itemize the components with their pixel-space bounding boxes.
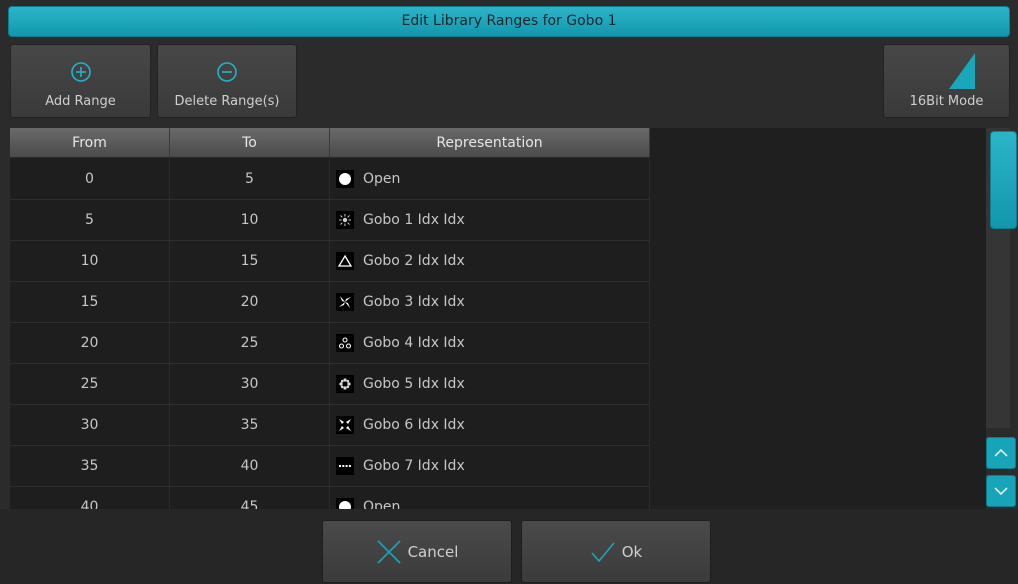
minus-circle-icon: [217, 62, 237, 82]
representation-label: Gobo 4 Idx Idx: [363, 335, 465, 351]
delete-range-button[interactable]: Delete Range(s): [157, 44, 297, 118]
open-dot-icon: [336, 170, 354, 188]
cell-representation[interactable]: Open: [330, 487, 650, 509]
open-dot-icon: [336, 498, 354, 509]
gobo-triangle-icon: [336, 252, 354, 270]
table-body: 0 5 Open 5 10 Gobo 1 Idx Idx 10 15 Gobo 2 Idx Id…: [10, 159, 650, 509]
ok-label: Ok: [621, 542, 643, 561]
chevron-up-icon: [994, 448, 1008, 457]
scroll-up-button[interactable]: [986, 437, 1016, 469]
chevron-down-icon: [994, 487, 1008, 496]
cell-to[interactable]: 30: [170, 364, 330, 404]
representation-label: Gobo 1 Idx Idx: [363, 212, 465, 228]
ranges-table: From To Representation 0 5 Open 5 10 Gobo 1 I…: [10, 128, 986, 509]
table-row[interactable]: 0 5 Open: [10, 159, 650, 200]
cell-from[interactable]: 10: [10, 241, 170, 281]
ok-button[interactable]: Ok: [521, 520, 711, 583]
scrollbar-thumb[interactable]: [990, 131, 1017, 229]
column-header-to[interactable]: To: [170, 128, 330, 157]
cell-representation[interactable]: Gobo 7 Idx Idx: [330, 446, 650, 486]
representation-label: Open: [363, 171, 401, 187]
cell-from[interactable]: 35: [10, 446, 170, 486]
close-icon: [377, 539, 401, 564]
cell-representation[interactable]: Gobo 5 Idx Idx: [330, 364, 650, 404]
cell-to[interactable]: 15: [170, 241, 330, 281]
delete-range-label: Delete Range(s): [174, 94, 280, 109]
cell-representation[interactable]: Gobo 2 Idx Idx: [330, 241, 650, 281]
representation-label: Gobo 3 Idx Idx: [363, 294, 465, 310]
table-row[interactable]: 35 40 Gobo 7 Idx Idx: [10, 446, 650, 487]
representation-label: Gobo 5 Idx Idx: [363, 376, 465, 392]
cell-to[interactable]: 20: [170, 282, 330, 322]
table-row[interactable]: 5 10 Gobo 1 Idx Idx: [10, 200, 650, 241]
table-header: From To Representation: [10, 128, 650, 158]
cell-representation[interactable]: Gobo 3 Idx Idx: [330, 282, 650, 322]
gobo-sun-icon: [336, 211, 354, 229]
cell-from[interactable]: 40: [10, 487, 170, 509]
check-icon: [591, 541, 615, 562]
table-row[interactable]: 10 15 Gobo 2 Idx Idx: [10, 241, 650, 282]
gobo-flower-icon: [336, 375, 354, 393]
dialog-title: Edit Library Ranges for Gobo 1: [8, 6, 1010, 37]
cell-representation[interactable]: Gobo 1 Idx Idx: [330, 200, 650, 240]
add-range-label: Add Range: [45, 94, 116, 109]
representation-label: Gobo 2 Idx Idx: [363, 253, 465, 269]
cell-from[interactable]: 15: [10, 282, 170, 322]
cell-from[interactable]: 0: [10, 159, 170, 199]
ramp-triangle-icon: [949, 53, 975, 89]
cell-from[interactable]: 20: [10, 323, 170, 363]
gobo-star-icon: [336, 416, 354, 434]
gobo-swirl-icon: [336, 293, 354, 311]
table-row[interactable]: 20 25 Gobo 4 Idx Idx: [10, 323, 650, 364]
column-header-representation[interactable]: Representation: [330, 128, 650, 157]
table-row[interactable]: 30 35 Gobo 6 Idx Idx: [10, 405, 650, 446]
cell-representation[interactable]: Gobo 6 Idx Idx: [330, 405, 650, 445]
cell-to[interactable]: 40: [170, 446, 330, 486]
add-range-button[interactable]: Add Range: [10, 44, 151, 118]
scroll-down-button[interactable]: [986, 475, 1016, 507]
gobo-dashes-icon: [336, 457, 354, 475]
table-row[interactable]: 40 45 Open: [10, 487, 650, 509]
16bit-mode-label: 16Bit Mode: [909, 94, 984, 109]
16bit-mode-button[interactable]: 16Bit Mode: [883, 44, 1010, 118]
cell-representation[interactable]: Open: [330, 159, 650, 199]
table-row[interactable]: 25 30 Gobo 5 Idx Idx: [10, 364, 650, 405]
cell-to[interactable]: 10: [170, 200, 330, 240]
cell-to[interactable]: 25: [170, 323, 330, 363]
plus-circle-icon: [70, 62, 91, 82]
table-row[interactable]: 15 20 Gobo 3 Idx Idx: [10, 282, 650, 323]
cancel-button[interactable]: Cancel: [322, 520, 512, 583]
cell-from[interactable]: 30: [10, 405, 170, 445]
cancel-label: Cancel: [407, 542, 459, 561]
representation-label: Open: [363, 499, 401, 509]
cell-to[interactable]: 5: [170, 159, 330, 199]
representation-label: Gobo 7 Idx Idx: [363, 458, 465, 474]
cell-from[interactable]: 5: [10, 200, 170, 240]
column-header-from[interactable]: From: [10, 128, 170, 157]
cell-to[interactable]: 35: [170, 405, 330, 445]
cell-to[interactable]: 45: [170, 487, 330, 509]
cell-from[interactable]: 25: [10, 364, 170, 404]
representation-label: Gobo 6 Idx Idx: [363, 417, 465, 433]
cell-representation[interactable]: Gobo 4 Idx Idx: [330, 323, 650, 363]
gobo-dots-icon: [336, 334, 354, 352]
